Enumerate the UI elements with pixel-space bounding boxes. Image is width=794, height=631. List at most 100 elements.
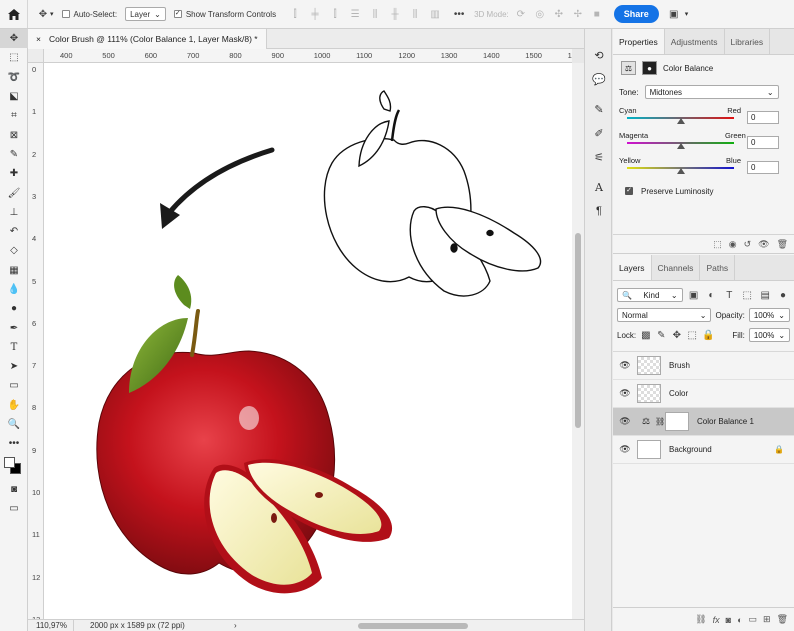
- adjust-sliders-icon[interactable]: ⚟: [585, 145, 613, 169]
- pen-tool-icon[interactable]: ✒: [0, 318, 28, 337]
- cyan-red-value-field[interactable]: 0: [747, 111, 779, 124]
- filter-smart-object-icon[interactable]: ▤: [758, 288, 772, 302]
- lock-position-icon[interactable]: ✥: [671, 328, 682, 342]
- tab-libraries[interactable]: Libraries: [725, 29, 771, 54]
- eraser-tool-icon[interactable]: ◇: [0, 241, 28, 260]
- 3d-camera-icon[interactable]: ■: [590, 7, 604, 21]
- tab-paths[interactable]: Paths: [700, 255, 736, 280]
- layer-mask-icon[interactable]: ●: [642, 61, 657, 75]
- add-mask-icon[interactable]: ◙: [726, 615, 731, 625]
- new-group-icon[interactable]: ▭: [749, 614, 758, 625]
- auto-select-dropdown[interactable]: Layer ⌄: [125, 7, 166, 21]
- move-tool-options[interactable]: ✥ ▾: [36, 7, 54, 21]
- layer-filter-dropdown[interactable]: 🔍 Kind ⌄: [617, 288, 683, 302]
- filter-adjustment-icon[interactable]: ◐: [705, 288, 719, 302]
- horizontal-ruler[interactable]: 400 500 600 700 800 900 1000 1100 1200 1300 1400 15…: [44, 49, 572, 63]
- lock-artboard-icon[interactable]: ⬚: [686, 328, 697, 342]
- align-bottom-icon[interactable]: ⫼: [408, 7, 422, 21]
- link-layers-icon[interactable]: ⛓: [695, 614, 706, 625]
- view-previous-icon[interactable]: ◉: [729, 239, 737, 250]
- history-panel-icon[interactable]: ⟲: [585, 43, 613, 67]
- marquee-tool-icon[interactable]: ⬚: [0, 48, 28, 67]
- lock-all-icon[interactable]: 🔒: [702, 328, 714, 342]
- edit-toolbar-icon[interactable]: •••: [0, 434, 28, 453]
- slider-handle[interactable]: [676, 168, 685, 174]
- rectangle-tool-icon[interactable]: ▭: [0, 376, 28, 395]
- brush-tool-icon[interactable]: 🖌: [0, 183, 28, 202]
- frame-tool-icon[interactable]: ⊠: [0, 125, 28, 144]
- show-transform-checkbox[interactable]: ✓: [173, 10, 182, 18]
- layer-row-color-balance[interactable]: 👁 ⚖ ⛓ Color Balance 1: [613, 408, 794, 436]
- filter-shape-icon[interactable]: ⬚: [740, 288, 754, 302]
- reset-icon[interactable]: ↺: [744, 239, 752, 250]
- layer-row-brush[interactable]: 👁 Brush: [613, 352, 794, 380]
- 3d-slide-icon[interactable]: ✢: [571, 7, 585, 21]
- tab-layers[interactable]: Layers: [613, 255, 652, 280]
- eyedropper-tool-icon[interactable]: ✎: [0, 145, 28, 164]
- lock-pixels-icon[interactable]: ✎: [656, 328, 667, 342]
- new-layer-icon[interactable]: ⊞: [763, 614, 771, 625]
- filter-pixel-icon[interactable]: ▣: [687, 288, 701, 302]
- align-middle-icon[interactable]: ╫: [388, 7, 402, 21]
- trash-icon[interactable]: 🗑: [777, 614, 788, 625]
- brushes-panel-icon[interactable]: ✐: [585, 121, 613, 145]
- blend-mode-dropdown[interactable]: Normal ⌄: [617, 308, 712, 322]
- layer-row-background[interactable]: 👁 Background 🔒: [613, 436, 794, 464]
- show-transform-toggle[interactable]: ✓ Show Transform Controls: [173, 10, 276, 19]
- vertical-scroll-thumb[interactable]: [575, 233, 581, 428]
- align-center-icon[interactable]: ╪: [308, 7, 322, 21]
- eye-icon[interactable]: 👁: [613, 416, 637, 427]
- tone-dropdown[interactable]: Midtones ⌄: [644, 85, 779, 99]
- fill-field[interactable]: 100% ⌄: [748, 328, 791, 342]
- status-menu-arrow[interactable]: ›: [234, 621, 237, 630]
- 3d-pan-icon[interactable]: ✣: [552, 7, 566, 21]
- type-tool-icon[interactable]: T: [0, 338, 28, 357]
- share-button[interactable]: Share: [613, 5, 659, 23]
- tab-adjustments[interactable]: Adjustments: [665, 29, 725, 54]
- move-tool-icon[interactable]: ✥: [0, 29, 28, 49]
- vertical-ruler[interactable]: 012345678910111213: [28, 49, 44, 619]
- eye-icon[interactable]: 👁: [613, 388, 637, 399]
- magenta-green-value-field[interactable]: 0: [747, 136, 779, 149]
- eye-icon[interactable]: 👁: [613, 360, 637, 371]
- dodge-tool-icon[interactable]: ●: [0, 299, 28, 318]
- home-button[interactable]: [0, 0, 28, 28]
- opacity-field[interactable]: 100% ⌄: [748, 308, 790, 322]
- paragraph-panel-icon[interactable]: ¶: [585, 199, 613, 223]
- character-panel-icon[interactable]: A: [585, 175, 613, 199]
- clip-to-layer-icon[interactable]: ⬚: [713, 239, 722, 250]
- vertical-scrollbar[interactable]: [572, 63, 584, 619]
- distribute-icon[interactable]: ☰: [348, 7, 362, 21]
- document-tab[interactable]: × Color Brush @ 111% (Color Balance 1, L…: [28, 28, 267, 49]
- workspace-icon[interactable]: ▣: [667, 7, 681, 21]
- gradient-tool-icon[interactable]: ▦: [0, 261, 28, 280]
- tab-properties[interactable]: Properties: [613, 29, 665, 54]
- filter-type-icon[interactable]: T: [722, 288, 736, 302]
- layer-row-color[interactable]: 👁 Color: [613, 380, 794, 408]
- distribute-vertical-icon[interactable]: ▥: [428, 7, 442, 21]
- lock-transparency-icon[interactable]: ▩: [640, 328, 651, 342]
- align-right-icon[interactable]: ⫿: [328, 7, 342, 21]
- close-tab-icon[interactable]: ×: [36, 34, 41, 44]
- 3d-roll-icon[interactable]: ◎: [533, 7, 547, 21]
- comments-panel-icon[interactable]: 💬: [585, 67, 613, 91]
- object-select-tool-icon[interactable]: ⬕: [0, 87, 28, 106]
- yellow-blue-value-field[interactable]: 0: [747, 161, 779, 174]
- magenta-green-slider[interactable]: Magenta Green 0: [613, 128, 794, 153]
- ruler-origin[interactable]: [28, 49, 44, 63]
- preserve-luminosity-checkbox[interactable]: ✓: [625, 187, 633, 195]
- filter-toggle-icon[interactable]: ●: [776, 288, 790, 302]
- slider-handle[interactable]: [676, 143, 685, 149]
- crop-tool-icon[interactable]: ⌗: [0, 106, 28, 125]
- more-options-icon[interactable]: •••: [452, 7, 466, 21]
- layer-mask-thumbnail[interactable]: [665, 412, 689, 431]
- auto-select-checkbox[interactable]: [61, 10, 70, 18]
- hand-tool-icon[interactable]: ✋: [0, 396, 28, 415]
- document-canvas[interactable]: [44, 63, 572, 619]
- brush-settings-icon[interactable]: ✎: [585, 97, 613, 121]
- visibility-icon[interactable]: 👁: [758, 239, 769, 250]
- zoom-tool-icon[interactable]: 🔍: [0, 415, 28, 434]
- align-left-icon[interactable]: ⫿: [288, 7, 302, 21]
- screen-mode-icon[interactable]: ▭: [0, 499, 28, 518]
- blur-tool-icon[interactable]: 💧: [0, 280, 28, 299]
